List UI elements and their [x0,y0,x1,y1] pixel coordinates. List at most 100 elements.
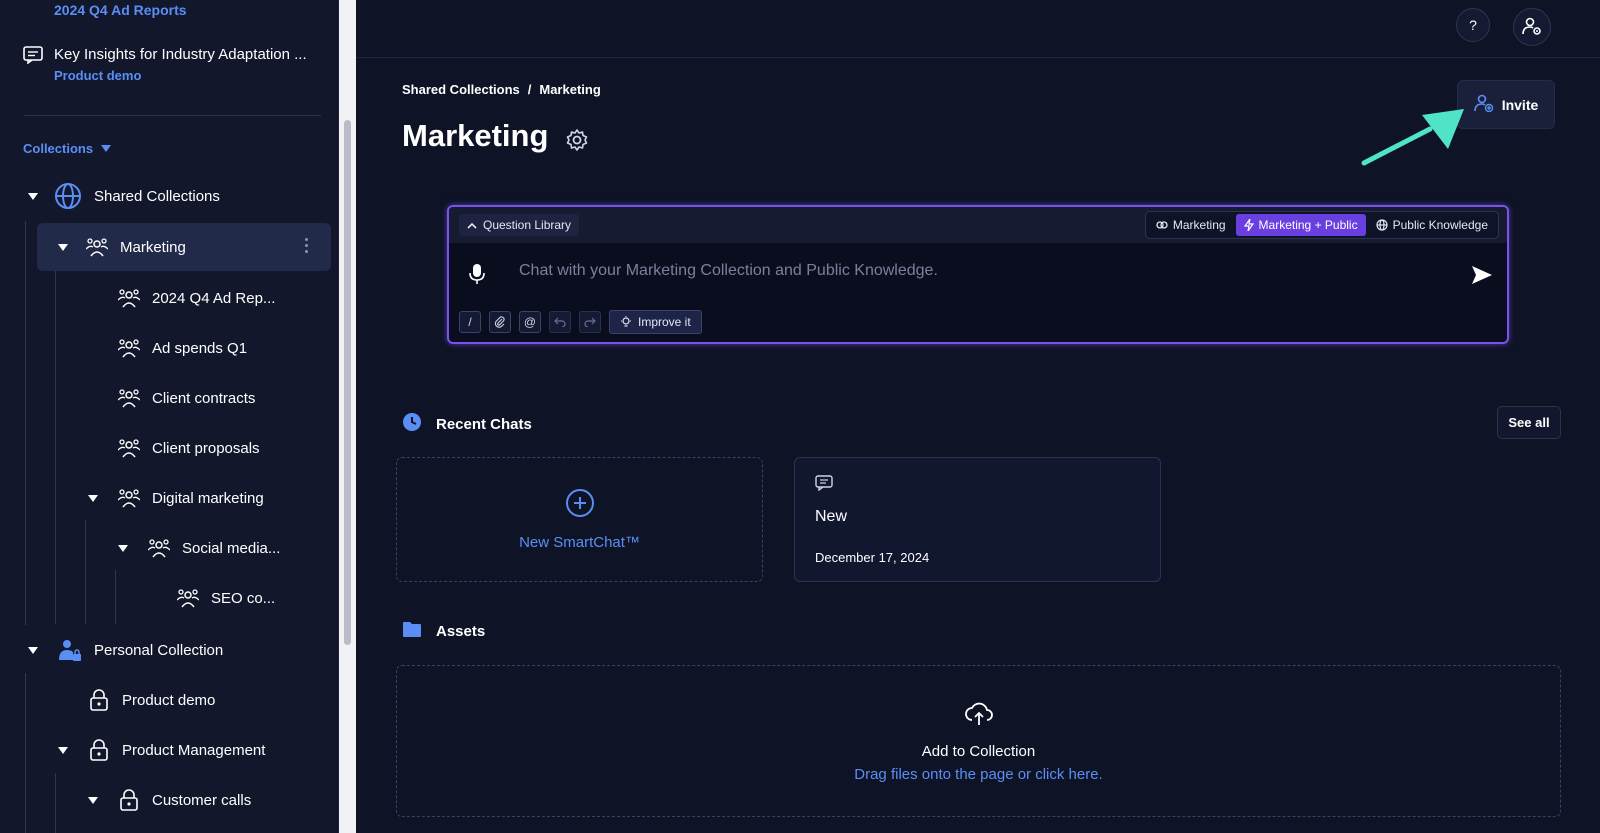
more-options-icon[interactable] [305,238,309,253]
clock-icon [402,412,422,436]
invite-button[interactable]: Invite [1457,80,1555,129]
group-icon [118,487,140,509]
caret-down-icon[interactable] [118,545,128,552]
slash-command-button[interactable]: / [459,311,481,333]
scope-marketing[interactable]: Marketing [1148,214,1234,236]
recent-chat-card[interactable]: New December 17, 2024 [794,457,1161,582]
chevron-up-icon [467,222,477,229]
mention-button[interactable]: @ [519,311,541,333]
tree-guide [85,520,86,624]
tree-item-label: Digital marketing [152,489,264,507]
send-icon[interactable] [1471,265,1493,290]
see-all-button[interactable]: See all [1497,406,1561,439]
tree-item-client-contracts[interactable]: Client contracts [118,375,255,421]
tree-item-ad-spends-q1[interactable]: Ad spends Q1 [118,325,247,371]
improve-label: Improve it [638,315,691,329]
lightbulb-icon [621,316,631,327]
chat-composer: Question Library Marketing Marketing + P… [447,205,1509,344]
sidebar: 2024 Q4 Ad Reports Key Insights for Indu… [0,0,339,833]
assets-title: Assets [436,623,486,640]
caret-down-icon[interactable] [88,495,98,502]
paperclip-icon [494,316,505,328]
tree-item-label: Customer calls [152,791,252,809]
tree-item-shared-collections[interactable]: Shared Collections [26,173,220,219]
group-icon [86,236,108,258]
scope-marketing-public[interactable]: Marketing + Public [1235,214,1366,236]
tree-item-label: Personal Collection [94,641,224,659]
recent-chat-link[interactable]: 2024 Q4 Ad Reports [54,2,187,18]
microphone-icon[interactable] [469,263,485,290]
breadcrumb: Shared Collections / Marketing [402,82,601,97]
assets-header: Assets [402,621,485,642]
tree-item-customer-calls[interactable]: Customer calls [86,777,251,823]
new-smartchat-card[interactable]: New SmartChat™ [396,457,763,582]
asset-dropzone[interactable]: Add to Collection Drag files onto the pa… [396,665,1561,817]
divider [24,115,321,116]
page-title: Marketing [402,118,549,153]
question-library-label: Question Library [483,218,572,232]
add-user-icon [1473,94,1494,115]
scope-public-knowledge[interactable]: Public Knowledge [1368,214,1496,236]
tree-item-label: Ad spends Q1 [152,339,248,357]
scrollbar-thumb[interactable] [344,120,351,645]
user-lock-icon [58,638,82,662]
undo-button[interactable] [549,311,571,333]
help-button[interactable]: ? [1456,8,1490,42]
tree-item-social-media[interactable]: Social media... [116,525,280,571]
tree-item-digital-marketing[interactable]: Digital marketing [86,475,264,521]
tree-guide [25,221,26,625]
tree-guide [55,270,56,624]
caret-down-icon[interactable] [28,647,38,654]
tree-item-2024-q4-ad-reports[interactable]: 2024 Q4 Ad Rep... [118,275,275,321]
tree-item-label: Client contracts [152,389,256,407]
question-library-toggle[interactable]: Question Library [459,214,580,236]
collections-dropdown[interactable]: Collections [23,141,112,156]
user-settings-button[interactable] [1513,8,1551,46]
caret-down-icon[interactable] [28,193,38,200]
tree-item-client-proposals[interactable]: Client proposals [118,425,260,471]
dropzone-link[interactable]: Drag files onto the page or click here. [854,766,1102,783]
improve-it-button[interactable]: Improve it [609,310,702,334]
recent-chats-header: Recent Chats [402,412,532,436]
tree-item-product-demo[interactable]: Product demo [88,677,215,723]
tree-guide [25,673,26,833]
caret-down-icon[interactable] [88,797,98,804]
breadcrumb-separator: / [527,82,532,97]
scope-label: Marketing [1172,218,1226,232]
caret-down-icon[interactable] [58,747,68,754]
collections-label: Collections [23,141,94,156]
globe-icon [1375,219,1388,231]
group-icon [148,537,170,559]
collection-icon [1156,221,1168,229]
chat-input[interactable]: Chat with your Marketing Collection and … [519,262,938,280]
plus-circle-icon [565,488,595,522]
bolt-icon [1243,219,1254,231]
lock-icon [88,689,110,711]
tree-guide [115,570,116,624]
tree-item-product-management[interactable]: Product Management [56,727,265,773]
redo-button[interactable] [579,311,601,333]
gear-icon[interactable] [565,128,589,157]
cloud-upload-icon [964,700,994,731]
tree-item-label: Marketing [120,238,186,256]
group-icon [118,387,140,409]
annotation-arrow-icon [1361,109,1464,166]
tree-item-marketing[interactable]: Marketing [56,224,186,270]
group-icon [118,287,140,309]
tree-item-label: Shared Collections [94,187,220,205]
chat-date: December 17, 2024 [815,550,930,565]
tree-guide [55,773,56,833]
recent-chats-title: Recent Chats [436,415,532,433]
caret-down-icon[interactable] [58,244,68,251]
tree-item-seo[interactable]: SEO co... [177,575,275,621]
tree-item-personal-collection[interactable]: Personal Collection [26,627,223,673]
slash-icon: / [468,315,472,329]
lock-icon [118,789,140,811]
attach-button[interactable] [489,311,511,333]
group-icon [118,437,140,459]
group-icon [118,337,140,359]
help-icon: ? [1469,17,1477,33]
tree-item-label: Product Management [122,741,266,759]
breadcrumb-shared-collections[interactable]: Shared Collections [402,82,520,97]
chat-toolbar: Question Library Marketing Marketing + P… [449,207,1507,243]
